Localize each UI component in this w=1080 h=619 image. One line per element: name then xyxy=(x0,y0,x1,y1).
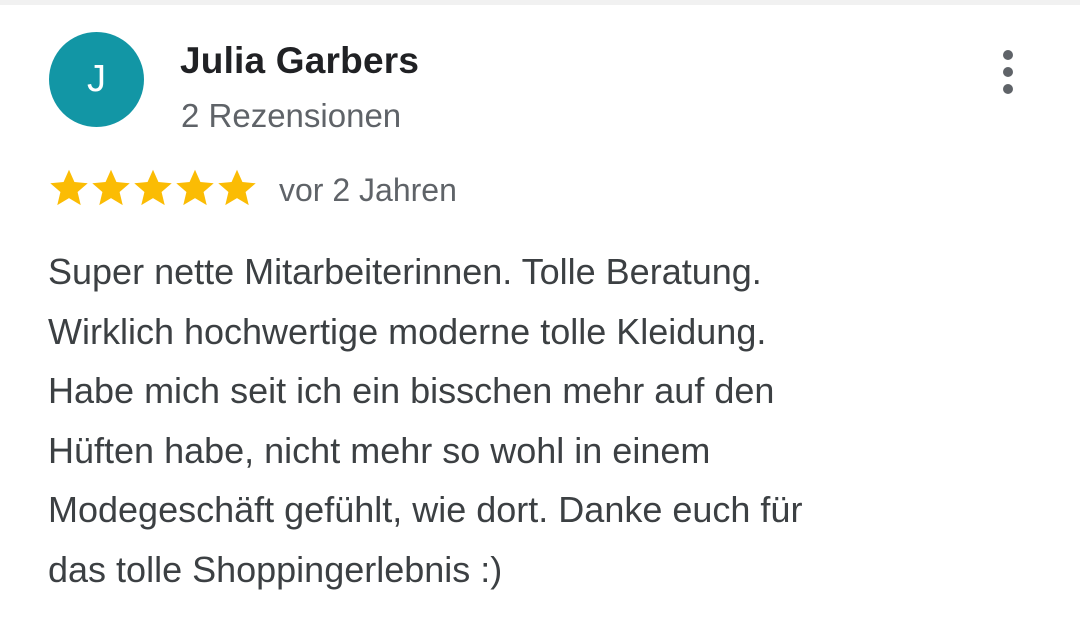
more-vert-icon-dot xyxy=(1003,84,1013,94)
avatar[interactable]: J xyxy=(49,32,144,127)
review-time: vor 2 Jahren xyxy=(279,172,457,208)
more-options-button[interactable] xyxy=(984,44,1032,100)
review-text: Super nette Mitarbeiterinnen. Tolle Bera… xyxy=(48,251,803,590)
star-icon xyxy=(218,169,256,206)
star-icon xyxy=(134,169,172,206)
review-count[interactable]: 2 Rezensionen xyxy=(181,97,401,135)
more-vert-icon xyxy=(1003,50,1013,60)
star-icon xyxy=(50,169,88,206)
star-rating xyxy=(48,164,258,212)
avatar-letter: J xyxy=(87,58,106,100)
star-icon xyxy=(176,169,214,206)
author-name[interactable]: Julia Garbers xyxy=(180,40,419,82)
star-icon xyxy=(92,169,130,206)
review-card: J Julia Garbers 2 Rezensionen vor 2 Jahr… xyxy=(0,0,1080,619)
more-vert-icon-dot xyxy=(1003,67,1013,77)
